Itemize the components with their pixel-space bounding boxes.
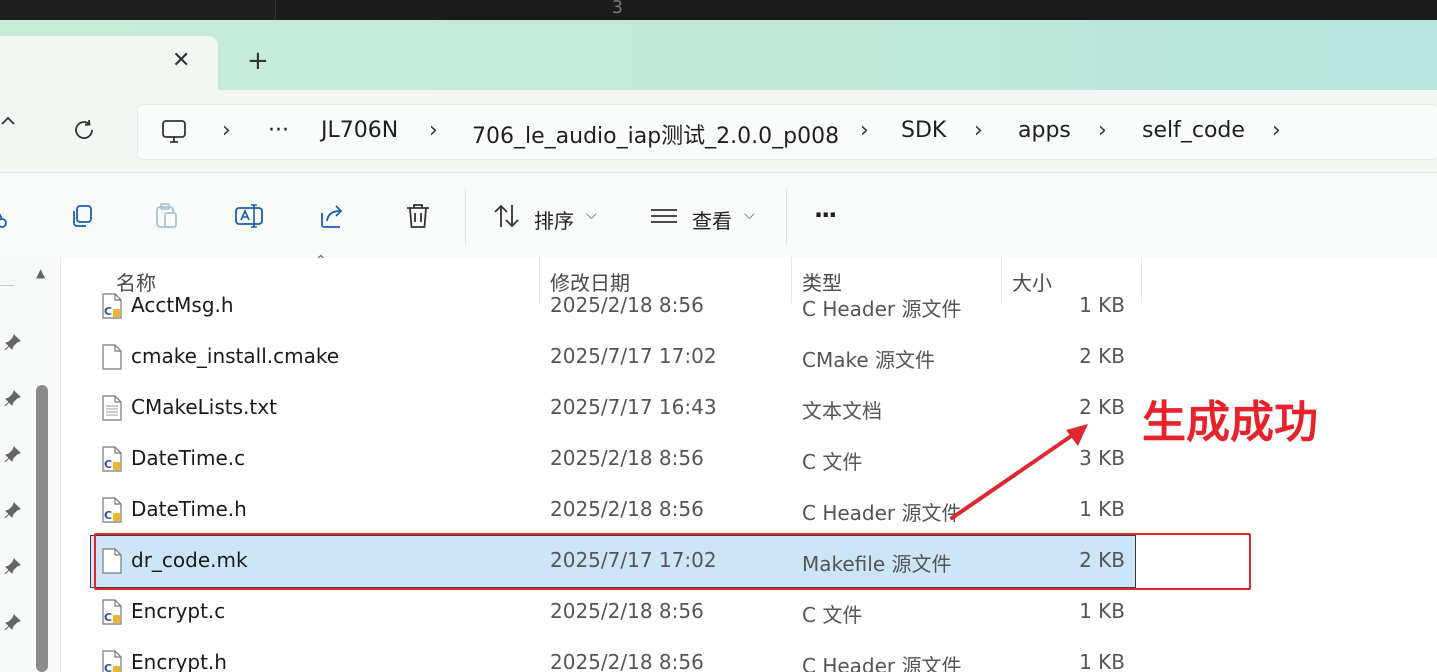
- svg-text:C: C: [104, 611, 112, 624]
- chevron-right-icon: ›: [974, 118, 983, 143]
- scroll-up-arrow[interactable]: ▲: [36, 266, 45, 280]
- breadcrumb-item-self-code[interactable]: self_code: [1142, 118, 1245, 143]
- file-row[interactable]: cmake_install.cmake 2025/7/17 17:02 CMake …: [91, 332, 1135, 383]
- svg-text:C: C: [104, 662, 112, 672]
- toolbar-divider: [465, 189, 466, 245]
- file-name: AcctMsg.h: [131, 293, 234, 317]
- highlight-box: [94, 533, 1251, 590]
- pin-icon[interactable]: [4, 613, 22, 631]
- file-size: 1 KB: [1079, 599, 1125, 623]
- pin-icon[interactable]: [4, 333, 22, 351]
- pin-icon[interactable]: [4, 501, 22, 519]
- cut-icon[interactable]: [0, 201, 22, 231]
- breadcrumb-item-sdk[interactable]: SDK: [901, 118, 946, 143]
- file-name: DateTime.h: [131, 497, 247, 521]
- sort-icon[interactable]: [492, 201, 522, 231]
- c-header-icon: C: [101, 650, 123, 672]
- pin-icon[interactable]: [4, 389, 22, 407]
- address-row: › ··· JL706N › 706_le_audio_iap测试_2.0.0_…: [0, 90, 1437, 172]
- address-bar[interactable]: › ··· JL706N › 706_le_audio_iap测试_2.0.0_…: [137, 104, 1437, 160]
- file-date: 2025/7/17 16:43: [550, 395, 717, 419]
- file-name: Encrypt.h: [131, 650, 227, 672]
- nav-scrollbar-thumb[interactable]: [36, 385, 48, 672]
- file-row[interactable]: C AcctMsg.h 2025/2/18 8:56 C Header 源文件 1 KB: [91, 281, 1135, 332]
- file-name: Encrypt.c: [131, 599, 226, 623]
- chevron-right-icon: ›: [860, 118, 869, 143]
- annotation-label: 生成成功: [1142, 397, 1318, 448]
- file-row[interactable]: C Encrypt.c 2025/2/18 8:56 C 文件 1 KB: [91, 587, 1135, 638]
- explorer-tab[interactable]: ✕: [0, 36, 218, 90]
- file-name: DateTime.c: [131, 446, 246, 470]
- text-document-icon: [101, 395, 123, 421]
- file-size: 1 KB: [1079, 650, 1125, 672]
- editor-gutter: 3: [275, 0, 1437, 20]
- file-name: cmake_install.cmake: [131, 344, 340, 368]
- share-icon[interactable]: [318, 201, 348, 231]
- toolbar-divider: [786, 189, 787, 245]
- file-type: CMake 源文件: [802, 348, 936, 372]
- svg-text:C: C: [104, 305, 112, 318]
- file-row[interactable]: C Encrypt.h 2025/2/18 8:56 C Header 源文件 1 KB: [91, 638, 1135, 672]
- pin-icon[interactable]: [4, 557, 22, 575]
- up-icon[interactable]: [0, 114, 16, 140]
- line-number: 3: [612, 0, 623, 18]
- editor-strip: 3: [0, 0, 1437, 20]
- file-size: 1 KB: [1079, 293, 1125, 317]
- new-tab-button[interactable]: +: [247, 48, 269, 74]
- file-date: 2025/2/18 8:56: [550, 650, 704, 672]
- file-list: ⌃ 名称 修改日期 类型 大小 C AcctMsg.h 2025/2/18 8:56…: [61, 253, 1437, 672]
- rename-icon[interactable]: [234, 201, 264, 231]
- chevron-right-icon[interactable]: ›: [1272, 118, 1281, 143]
- file-type: C Header 源文件: [802, 501, 962, 525]
- breadcrumb-item-jl706n[interactable]: JL706N: [321, 118, 398, 143]
- close-tab-icon[interactable]: ✕: [172, 48, 190, 73]
- chevron-right-icon: ›: [1098, 118, 1107, 143]
- pin-icon[interactable]: [4, 445, 22, 463]
- view-button[interactable]: 查看: [692, 205, 732, 234]
- more-options-button[interactable]: ···: [814, 201, 837, 229]
- file-name: CMakeLists.txt: [131, 395, 277, 419]
- chevron-right-icon: ›: [222, 118, 231, 143]
- paste-icon[interactable]: [152, 201, 182, 231]
- document-icon: [101, 344, 123, 370]
- svg-text:C: C: [104, 509, 112, 522]
- refresh-icon[interactable]: [72, 118, 96, 148]
- copy-icon[interactable]: [68, 201, 98, 231]
- c-file-icon: C: [101, 599, 123, 625]
- sort-button[interactable]: 排序: [534, 205, 574, 234]
- file-date: 2025/2/18 8:56: [550, 497, 704, 521]
- chevron-down-icon[interactable]: ⌵: [586, 207, 597, 223]
- view-icon[interactable]: [649, 201, 679, 231]
- file-type: C 文件: [802, 450, 863, 474]
- file-date: 2025/2/18 8:56: [550, 293, 704, 317]
- file-rows: C AcctMsg.h 2025/2/18 8:56 C Header 源文件 1 KB…: [61, 257, 1437, 672]
- command-bar: 排序 ⌵ 查看 ⌵ ···: [0, 172, 1437, 258]
- navigation-pane: [0, 257, 61, 672]
- file-type: C 文件: [802, 603, 863, 627]
- file-size: 2 KB: [1079, 344, 1125, 368]
- c-header-icon: C: [101, 293, 123, 319]
- c-file-icon: C: [101, 446, 123, 472]
- breadcrumb-item-project[interactable]: 706_le_audio_iap测试_2.0.0_p008: [472, 118, 839, 150]
- title-bar: ✕ +: [0, 20, 1437, 90]
- file-date: 2025/2/18 8:56: [550, 446, 704, 470]
- c-header-icon: C: [101, 497, 123, 523]
- file-type: C Header 源文件: [802, 297, 962, 321]
- svg-text:C: C: [104, 458, 112, 471]
- file-date: 2025/7/17 17:02: [550, 344, 717, 368]
- file-type: C Header 源文件: [802, 654, 962, 672]
- nav-divider: [0, 285, 14, 286]
- computer-icon[interactable]: [160, 118, 188, 150]
- chevron-right-icon: ›: [429, 118, 438, 143]
- breadcrumb-item-apps[interactable]: apps: [1018, 118, 1071, 143]
- delete-icon[interactable]: [403, 201, 433, 231]
- annotation-arrow: [950, 424, 1088, 520]
- breadcrumb-more[interactable]: ···: [268, 118, 289, 143]
- chevron-down-icon[interactable]: ⌵: [744, 207, 755, 223]
- file-type: 文本文档: [802, 399, 882, 423]
- file-date: 2025/2/18 8:56: [550, 599, 704, 623]
